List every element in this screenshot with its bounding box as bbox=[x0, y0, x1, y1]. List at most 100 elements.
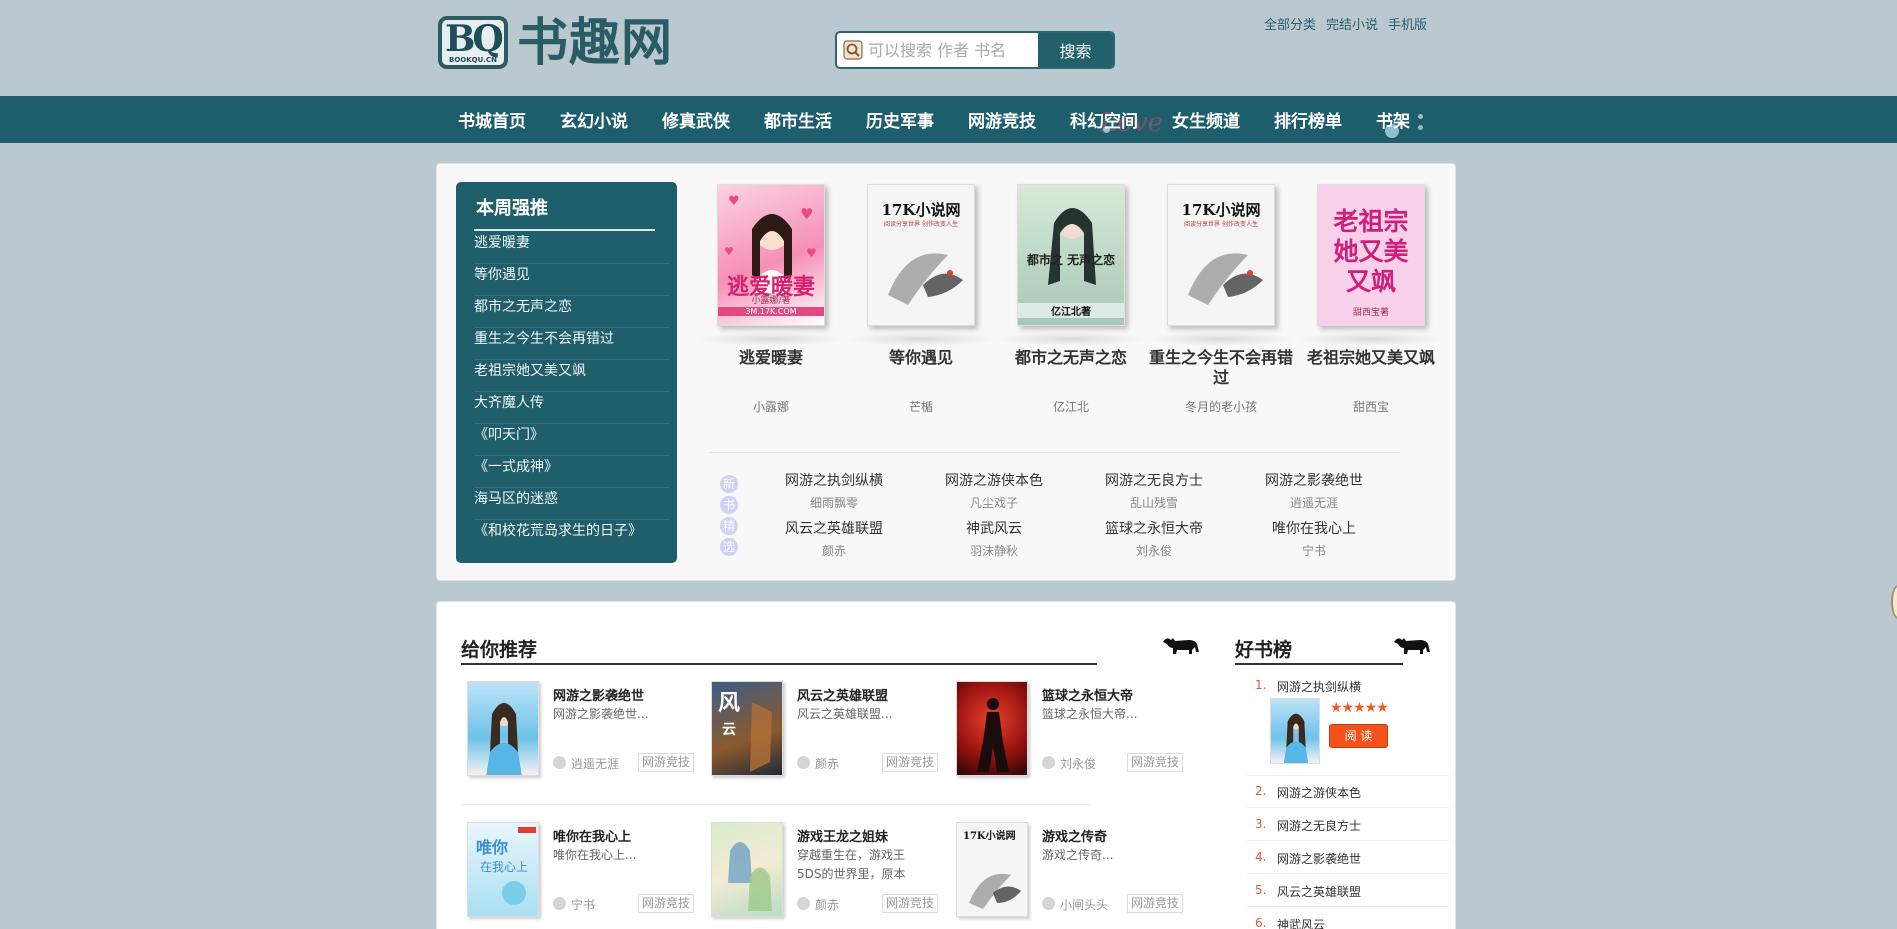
nav-item-female[interactable]: 女生频道 bbox=[1172, 107, 1240, 132]
weekly-item[interactable]: 《和校花荒岛求生的日子》 bbox=[474, 520, 669, 552]
recommend-book-author[interactable]: 宁书 bbox=[571, 896, 595, 913]
new-book-title[interactable]: 网游之影袭绝世 bbox=[1234, 471, 1394, 491]
featured-book-author[interactable]: 冬月的老小孩 bbox=[1146, 398, 1296, 415]
weekly-item[interactable]: 逃爱暖妻 bbox=[474, 232, 669, 264]
book-cover[interactable]: 唯你 在我心上 bbox=[467, 822, 539, 917]
new-book-author[interactable]: 逍遥无涯 bbox=[1234, 491, 1394, 513]
new-book-title[interactable]: 神武风云 bbox=[914, 519, 1074, 539]
new-book-author[interactable]: 羽沫静秋 bbox=[914, 539, 1074, 561]
book-cover[interactable]: 都市之 无声之恋 亿江北著 bbox=[1017, 184, 1125, 326]
recommend-book-title[interactable]: 网游之影袭绝世 bbox=[553, 685, 644, 704]
book-cover[interactable] bbox=[1270, 698, 1320, 764]
nav-item-rankings[interactable]: 排行榜单 bbox=[1274, 107, 1342, 132]
weekly-item[interactable]: 重生之今生不会再错过 bbox=[474, 328, 669, 360]
featured-book[interactable]: 17K小说网 阅读分享世界 创作改变人生 等你遇见 芒楯 bbox=[846, 184, 996, 415]
ranking-item[interactable]: 5. 风云之英雄联盟 bbox=[1247, 875, 1449, 907]
nav-item-scifi[interactable]: 科幻空间 bbox=[1070, 107, 1138, 132]
book-cover[interactable]: 17K小说网 bbox=[956, 822, 1028, 917]
new-book-item[interactable]: 风云之英雄联盟 颜赤 bbox=[754, 519, 914, 561]
book-cover[interactable] bbox=[956, 681, 1028, 776]
recommend-item[interactable]: 游戏王龙之姐妹 穿越重生在，游戏王5DS的世界里，原本是龙凤胎的龙 颜赤 网游竞… bbox=[708, 822, 948, 922]
new-book-item[interactable]: 网游之无良方士 乱山残雪 bbox=[1074, 471, 1234, 513]
book-cover[interactable]: 17K小说网 阅读分享世界 创作改变人生 bbox=[867, 184, 975, 326]
book-cover[interactable] bbox=[711, 822, 783, 917]
ranking-book-title[interactable]: 风云之英雄联盟 bbox=[1277, 883, 1361, 900]
new-book-author[interactable]: 宁书 bbox=[1234, 539, 1394, 561]
ranking-book-title[interactable]: 网游之游侠本色 bbox=[1277, 784, 1361, 801]
featured-book-title[interactable]: 逃爱暖妻 bbox=[696, 348, 846, 388]
recommend-book-category[interactable]: 网游竞技 bbox=[882, 894, 938, 913]
new-book-title[interactable]: 篮球之永恒大帝 bbox=[1074, 519, 1234, 539]
new-book-item[interactable]: 网游之执剑纵横 细雨飘零 bbox=[754, 471, 914, 513]
featured-book-author[interactable]: 小露娜 bbox=[696, 398, 846, 415]
ranking-item[interactable]: 6. 神武风云 bbox=[1247, 908, 1449, 929]
new-book-author[interactable]: 凡尘戏子 bbox=[914, 491, 1074, 513]
nav-item-gaming[interactable]: 网游竞技 bbox=[968, 107, 1036, 132]
new-book-title[interactable]: 网游之无良方士 bbox=[1074, 471, 1234, 491]
featured-book-title[interactable]: 等你遇见 bbox=[846, 348, 996, 388]
book-cover[interactable]: 风 云 bbox=[711, 681, 783, 776]
featured-book[interactable]: 都市之 无声之恋 亿江北著 都市之无声之恋 亿江北 bbox=[996, 184, 1146, 415]
featured-book-title[interactable]: 都市之无声之恋 bbox=[996, 348, 1146, 388]
recommend-book-category[interactable]: 网游竞技 bbox=[638, 894, 694, 913]
nav-item-history[interactable]: 历史军事 bbox=[866, 107, 934, 132]
weekly-item[interactable]: 老祖宗她又美又飒 bbox=[474, 360, 669, 392]
new-book-item[interactable]: 篮球之永恒大帝 刘永俊 bbox=[1074, 519, 1234, 561]
new-book-title[interactable]: 风云之英雄联盟 bbox=[754, 519, 914, 539]
recommend-book-title[interactable]: 篮球之永恒大帝 bbox=[1042, 685, 1133, 704]
nav-item-fantasy[interactable]: 玄幻小说 bbox=[560, 107, 628, 132]
recommend-book-author[interactable]: 颜赤 bbox=[815, 755, 839, 772]
featured-book[interactable]: ♥ ♥ ♥ ♥ 逃爱暖妻 小露娜/著 3M.17K.COM 逃爱暖妻 小露娜 bbox=[696, 184, 846, 415]
featured-book-author[interactable]: 甜西宝 bbox=[1296, 398, 1446, 415]
ranking-item[interactable]: 4. 网游之影袭绝世 bbox=[1247, 842, 1449, 874]
ranking-item-top[interactable]: 1. 网游之执剑纵横 ★★★★★ 阅 读 bbox=[1247, 670, 1449, 776]
search-input[interactable] bbox=[868, 33, 1036, 67]
new-book-author[interactable]: 刘永俊 bbox=[1074, 539, 1234, 561]
recommend-book-title[interactable]: 游戏之传奇 bbox=[1042, 826, 1107, 845]
ranking-book-title[interactable]: 神武风云 bbox=[1277, 916, 1325, 929]
new-book-title[interactable]: 网游之执剑纵横 bbox=[754, 471, 914, 491]
ranking-book-title[interactable]: 网游之无良方士 bbox=[1277, 817, 1361, 834]
search-button[interactable]: 搜索 bbox=[1038, 33, 1113, 67]
recommend-item[interactable]: 17K小说网 游戏之传奇 游戏之传奇... 小闸头头 网游竞技 bbox=[953, 822, 1193, 922]
featured-book[interactable]: 17K小说网 阅读分享世界 创作改变人生 重生之今生不会再错过 冬月的老小孩 bbox=[1146, 184, 1296, 415]
ranking-item[interactable]: 2. 网游之游侠本色 bbox=[1247, 776, 1449, 808]
nav-item-bookshelf[interactable]: 书架 bbox=[1376, 107, 1410, 132]
nav-item-home[interactable]: 书城首页 bbox=[458, 107, 526, 132]
site-logo[interactable]: BQ BOOKQU.CN bbox=[438, 16, 508, 69]
new-book-item[interactable]: 唯你在我心上 宁书 bbox=[1234, 519, 1394, 561]
new-book-author[interactable]: 乱山残雪 bbox=[1074, 491, 1234, 513]
link-mobile[interactable]: 手机版 bbox=[1388, 14, 1427, 33]
ranking-book-title[interactable]: 网游之执剑纵横 bbox=[1277, 678, 1361, 695]
recommend-book-author[interactable]: 颜赤 bbox=[815, 896, 839, 913]
ranking-item[interactable]: 3. 网游之无良方士 bbox=[1247, 809, 1449, 841]
book-cover[interactable] bbox=[467, 681, 539, 776]
recommend-book-title[interactable]: 唯你在我心上 bbox=[553, 826, 631, 845]
ranking-book-title[interactable]: 网游之影袭绝世 bbox=[1277, 850, 1361, 867]
featured-book-title[interactable]: 重生之今生不会再错过 bbox=[1146, 348, 1296, 388]
featured-book-title[interactable]: 老祖宗她又美又飒 bbox=[1296, 348, 1446, 388]
recommend-book-author[interactable]: 小闸头头 bbox=[1060, 896, 1108, 913]
recommend-book-category[interactable]: 网游竞技 bbox=[1127, 753, 1183, 772]
recommend-book-title[interactable]: 风云之英雄联盟 bbox=[797, 685, 888, 704]
recommend-item[interactable]: 篮球之永恒大帝 篮球之永恒大帝... 刘永俊 网游竞技 bbox=[953, 681, 1193, 781]
new-book-item[interactable]: 网游之游侠本色 凡尘戏子 bbox=[914, 471, 1074, 513]
new-book-title[interactable]: 网游之游侠本色 bbox=[914, 471, 1074, 491]
weekly-item[interactable]: 海马区的迷惑 bbox=[474, 488, 669, 520]
new-book-author[interactable]: 颜赤 bbox=[754, 539, 914, 561]
side-float-widget[interactable] bbox=[1891, 585, 1897, 619]
site-title[interactable]: 书趣网 bbox=[517, 13, 673, 73]
recommend-book-author[interactable]: 刘永俊 bbox=[1060, 755, 1096, 772]
book-cover[interactable]: ♥ ♥ ♥ ♥ 逃爱暖妻 小露娜/著 3M.17K.COM bbox=[717, 184, 825, 326]
new-book-title[interactable]: 唯你在我心上 bbox=[1234, 519, 1394, 539]
featured-book-author[interactable]: 亿江北 bbox=[996, 398, 1146, 415]
weekly-item[interactable]: 等你遇见 bbox=[474, 264, 669, 296]
recommend-item[interactable]: 网游之影袭绝世 网游之影袭绝世... 逍遥无涯 网游竞技 bbox=[464, 681, 704, 781]
read-button[interactable]: 阅 读 bbox=[1329, 724, 1388, 748]
recommend-item[interactable]: 唯你 在我心上 唯你在我心上 唯你在我心上... 宁书 网游竞技 bbox=[464, 822, 704, 922]
book-cover[interactable]: 老祖宗她又美又飒 甜西宝著 bbox=[1317, 184, 1425, 326]
new-book-item[interactable]: 网游之影袭绝世 逍遥无涯 bbox=[1234, 471, 1394, 513]
link-completed-novels[interactable]: 完结小说 bbox=[1326, 14, 1378, 33]
recommend-book-category[interactable]: 网游竞技 bbox=[882, 753, 938, 772]
recommend-book-category[interactable]: 网游竞技 bbox=[638, 753, 694, 772]
